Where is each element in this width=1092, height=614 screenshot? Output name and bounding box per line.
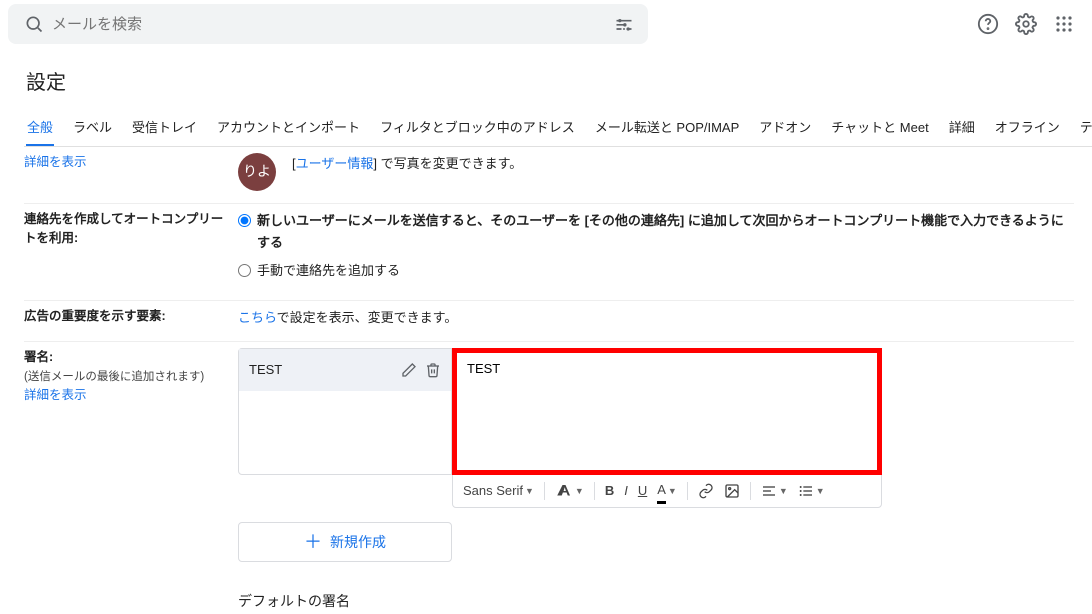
tune-icon[interactable] — [614, 14, 634, 34]
avatar[interactable]: りよ — [238, 153, 276, 191]
page-title: 設定 — [24, 48, 1092, 107]
image-button[interactable] — [720, 481, 744, 501]
autocomplete-radio-auto[interactable] — [238, 214, 251, 227]
ads-link[interactable]: こちら — [238, 310, 277, 325]
default-signature-title: デフォルトの署名 — [238, 590, 1074, 614]
signature-learn-more-link[interactable]: 詳細を表示 — [24, 388, 87, 402]
pencil-icon[interactable] — [401, 362, 417, 378]
font-family-select[interactable]: Sans Serif ▼ — [459, 480, 538, 502]
top-right-controls — [976, 12, 1076, 36]
plus-icon: ＋ — [304, 527, 322, 558]
profile-change-text: [ユーザー情報] で写真を変更できます。 — [292, 153, 522, 175]
signature-row: 署名: (送信メールの最後に追加されます) 詳細を表示 TEST — [24, 342, 1074, 614]
list-button[interactable]: ▼ — [794, 481, 829, 501]
bold-button[interactable]: B — [601, 478, 618, 504]
signature-item-name: TEST — [249, 359, 393, 381]
tab-advanced[interactable]: 詳細 — [948, 107, 976, 146]
tab-general[interactable]: 全般 — [26, 107, 54, 146]
profile-learn-more-link[interactable]: 詳細を表示 — [24, 155, 87, 169]
tab-chat[interactable]: チャットと Meet — [830, 107, 929, 146]
font-size-select[interactable]: ▼ — [551, 480, 588, 502]
settings-tabs: 全般 ラベル 受信トレイ アカウントとインポート フィルタとブロック中のアドレス… — [24, 107, 1092, 147]
signature-editor-highlight — [452, 348, 882, 475]
new-signature-label: 新規作成 — [330, 531, 386, 555]
help-icon[interactable] — [976, 12, 1000, 36]
ads-row: 広告の重要度を示す要素: こちらで設定を表示、変更できます。 — [24, 301, 1074, 342]
signature-editor-area: TEST — [238, 348, 1074, 475]
ads-text: で設定を表示、変更できます。 — [277, 310, 458, 325]
autocomplete-row: 連絡先を作成してオートコンプリートを利用: 新しいユーザーにメールを送信すると、… — [24, 204, 1074, 301]
signature-item[interactable]: TEST — [239, 349, 451, 391]
apps-icon[interactable] — [1052, 12, 1076, 36]
user-info-link[interactable]: ユーザー情報 — [296, 156, 374, 171]
tab-addons[interactable]: アドオン — [758, 107, 812, 146]
autocomplete-label: 連絡先を作成してオートコンプリートを利用: — [24, 210, 238, 288]
default-signature-section: デフォルトの署名 新規メール用 署名なし 返信 / 転送用 — [238, 590, 1074, 614]
tab-filters[interactable]: フィルタとブロック中のアドレス — [379, 107, 576, 146]
text-color-button[interactable]: A ▼ — [653, 477, 681, 506]
italic-button[interactable]: I — [620, 478, 632, 504]
search-input[interactable] — [52, 16, 614, 33]
tab-themes[interactable]: テーマ — [1079, 107, 1092, 146]
tab-forwarding[interactable]: メール転送と POP/IMAP — [594, 107, 740, 146]
profile-photo-row: 詳細を表示 りよ [ユーザー情報] で写真を変更できます。 — [24, 147, 1074, 204]
signature-sub: (送信メールの最後に追加されます) — [24, 371, 204, 383]
tab-offline[interactable]: オフライン — [994, 107, 1061, 146]
signature-list: TEST — [238, 348, 452, 475]
gear-icon[interactable] — [1014, 12, 1038, 36]
autocomplete-opt2-text: 手動で連絡先を追加する — [257, 260, 400, 282]
link-button[interactable] — [694, 481, 718, 501]
top-bar — [0, 0, 1092, 48]
search-icon — [24, 14, 44, 34]
font-family-label: Sans Serif — [463, 480, 523, 502]
tab-inbox[interactable]: 受信トレイ — [131, 107, 198, 146]
ads-label: 広告の重要度を示す要素: — [24, 307, 238, 329]
settings-body[interactable]: 詳細を表示 りよ [ユーザー情報] で写真を変更できます。 連絡先を作成してオー… — [24, 147, 1092, 614]
signature-toolbar: Sans Serif ▼ ▼ B I U A ▼ ▼ — [452, 474, 882, 508]
trash-icon[interactable] — [425, 362, 441, 378]
autocomplete-opt1-text: 新しいユーザーにメールを送信すると、そのユーザーを [その他の連絡先] に追加し… — [257, 210, 1074, 254]
tab-accounts[interactable]: アカウントとインポート — [216, 107, 361, 146]
tab-labels[interactable]: ラベル — [72, 107, 113, 146]
signature-editor[interactable] — [457, 353, 877, 463]
autocomplete-radio-manual[interactable] — [238, 264, 251, 277]
search-box[interactable] — [8, 4, 648, 44]
underline-button[interactable]: U — [634, 478, 651, 504]
new-signature-button[interactable]: ＋ 新規作成 — [238, 522, 452, 562]
align-button[interactable]: ▼ — [757, 481, 792, 501]
signature-label: 署名: — [24, 350, 53, 364]
bracket-close-text: ] で写真を変更できます。 — [373, 156, 522, 171]
